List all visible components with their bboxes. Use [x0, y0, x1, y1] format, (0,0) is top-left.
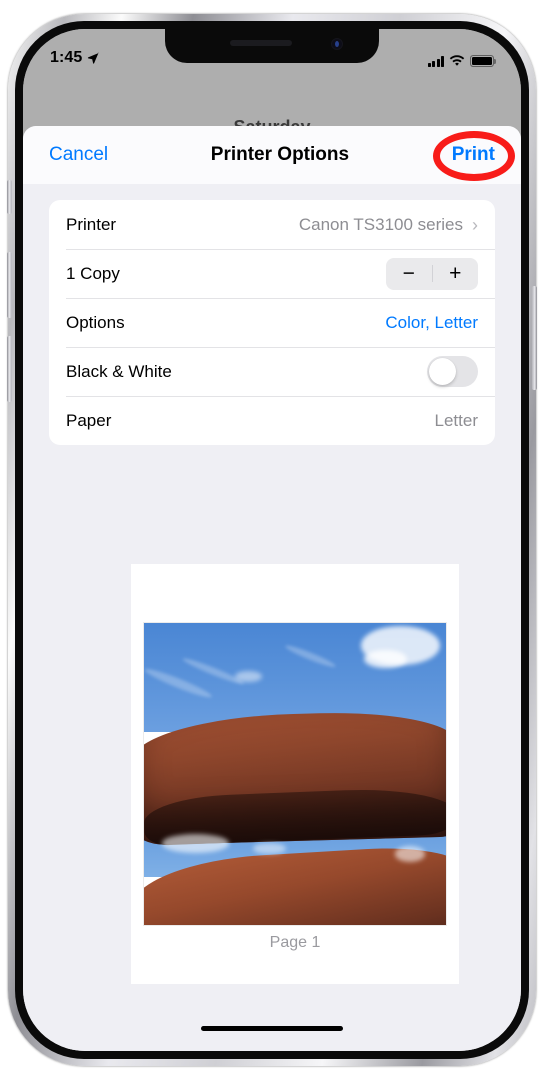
battery-cap — [494, 59, 497, 64]
photo-cloud — [162, 834, 229, 853]
option-value-options[interactable]: Color, Letter — [385, 313, 478, 333]
speaker-grille — [230, 40, 292, 46]
status-time-group: 1:45 — [50, 49, 99, 67]
cancel-button[interactable]: Cancel — [49, 144, 108, 166]
battery-fill — [472, 57, 492, 65]
status-indicators — [427, 55, 497, 67]
option-row-printer[interactable]: Printer Canon TS3100 series › — [49, 200, 495, 249]
desert-rock-arch-photo — [143, 622, 447, 926]
printer-options-card: Printer Canon TS3100 series › 1 Copy − + — [49, 200, 495, 445]
camera-lens-glint — [335, 41, 339, 47]
preview-page-caption: Page 1 — [269, 934, 321, 951]
phone-bezel: Saturday 1:45 — [15, 21, 529, 1059]
sheet-nav-bar: Cancel Printer Options Print — [23, 126, 521, 184]
volume-down-button[interactable] — [7, 336, 12, 402]
option-row-black-and-white: Black & White — [49, 347, 495, 396]
option-label-paper: Paper — [66, 410, 112, 430]
black-and-white-toggle[interactable] — [427, 356, 478, 387]
printer-options-sheet: Cancel Printer Options Print Printer Can… — [23, 126, 521, 1051]
increment-copies-button[interactable]: + — [433, 258, 479, 290]
signal-bars-icon — [427, 56, 444, 67]
wifi-icon — [449, 55, 465, 66]
home-indicator[interactable] — [201, 1026, 343, 1031]
print-preview-page[interactable]: Page 1 — [131, 564, 459, 984]
side-power-button[interactable] — [532, 286, 537, 390]
option-value-group-printer: Canon TS3100 series › — [299, 215, 478, 235]
option-label-printer: Printer — [66, 214, 117, 234]
status-time-label: 1:45 — [50, 49, 83, 66]
phone-screen: Saturday 1:45 — [23, 29, 521, 1051]
front-camera-icon — [331, 38, 343, 50]
print-button[interactable]: Print — [452, 144, 495, 166]
option-value-paper: Letter — [434, 410, 478, 430]
option-label-black-and-white: Black & White — [66, 361, 172, 381]
chevron-right-icon: › — [472, 214, 478, 235]
volume-up-button[interactable] — [7, 252, 12, 318]
location-arrow-icon — [88, 52, 99, 64]
option-label-options: Options — [66, 312, 125, 332]
option-value-printer: Canon TS3100 series — [298, 214, 463, 234]
sheet-title: Printer Options — [210, 144, 350, 165]
toggle-knob — [429, 358, 456, 385]
battery-icon — [470, 55, 497, 67]
notch — [165, 29, 379, 63]
option-row-paper: Paper Letter — [49, 396, 495, 445]
photo-cloud — [394, 846, 425, 862]
copies-stepper[interactable]: − + — [386, 257, 479, 290]
option-label-copies: 1 Copy — [66, 263, 120, 283]
phone-frame: Saturday 1:45 — [7, 14, 537, 1066]
photo-cloud — [252, 843, 286, 855]
mute-switch-button[interactable] — [7, 180, 12, 214]
option-row-copies: 1 Copy − + — [49, 249, 495, 298]
option-row-options[interactable]: Options Color, Letter — [49, 298, 495, 347]
decrement-copies-button[interactable]: − — [386, 258, 432, 290]
